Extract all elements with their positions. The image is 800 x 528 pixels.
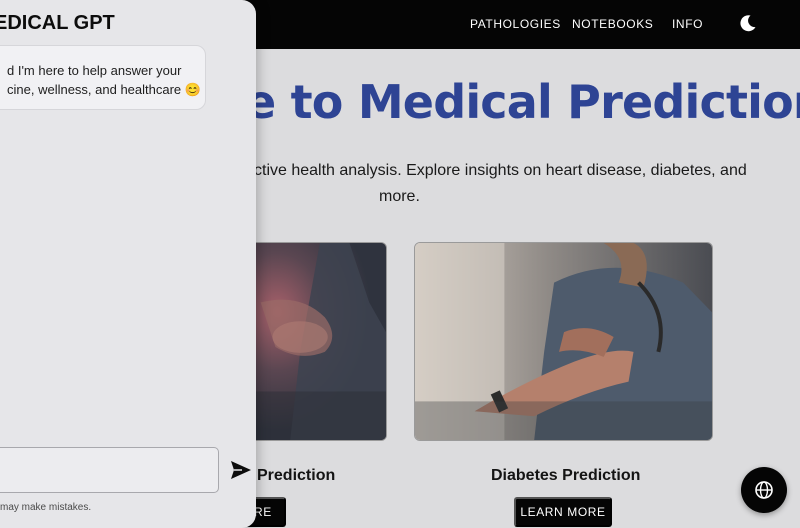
- send-icon[interactable]: [230, 460, 252, 480]
- chat-message-input[interactable]: [0, 447, 219, 493]
- assistant-message-line1: d I'm here to help answer your: [7, 63, 182, 78]
- assistant-message-line2: cine, wellness, and healthcare 😊: [7, 82, 201, 97]
- chat-drawer: EDICAL GPT d I'm here to help answer you…: [0, 0, 256, 528]
- assistant-message-bubble: d I'm here to help answer your cine, wel…: [0, 45, 206, 110]
- assistant-message-text: d I'm here to help answer your cine, wel…: [7, 61, 201, 99]
- diabetes-learn-more-button[interactable]: LEARN MORE: [514, 497, 612, 527]
- hero-subtitle-line2: more.: [379, 188, 420, 205]
- nav-pathologies[interactable]: PATHOLOGIES: [470, 16, 561, 32]
- hero-subtitle-line1: ctive health analysis. Explore insights …: [254, 162, 747, 179]
- chat-title: EDICAL GPT: [0, 12, 115, 34]
- heart-card-title: Prediction: [257, 467, 336, 484]
- diabetes-card-image: [414, 242, 713, 441]
- page-title: e to Medical Prediction: [245, 75, 800, 129]
- language-fab-button[interactable]: [741, 467, 787, 513]
- nav-info[interactable]: INFO: [672, 16, 703, 32]
- chat-disclaimer: may make mistakes.: [0, 502, 92, 513]
- diabetes-card-title: Diabetes Prediction: [491, 467, 641, 484]
- moon-icon[interactable]: [738, 13, 758, 33]
- nav-notebooks[interactable]: NOTEBOOKS: [572, 16, 653, 32]
- globe-icon: [755, 481, 773, 499]
